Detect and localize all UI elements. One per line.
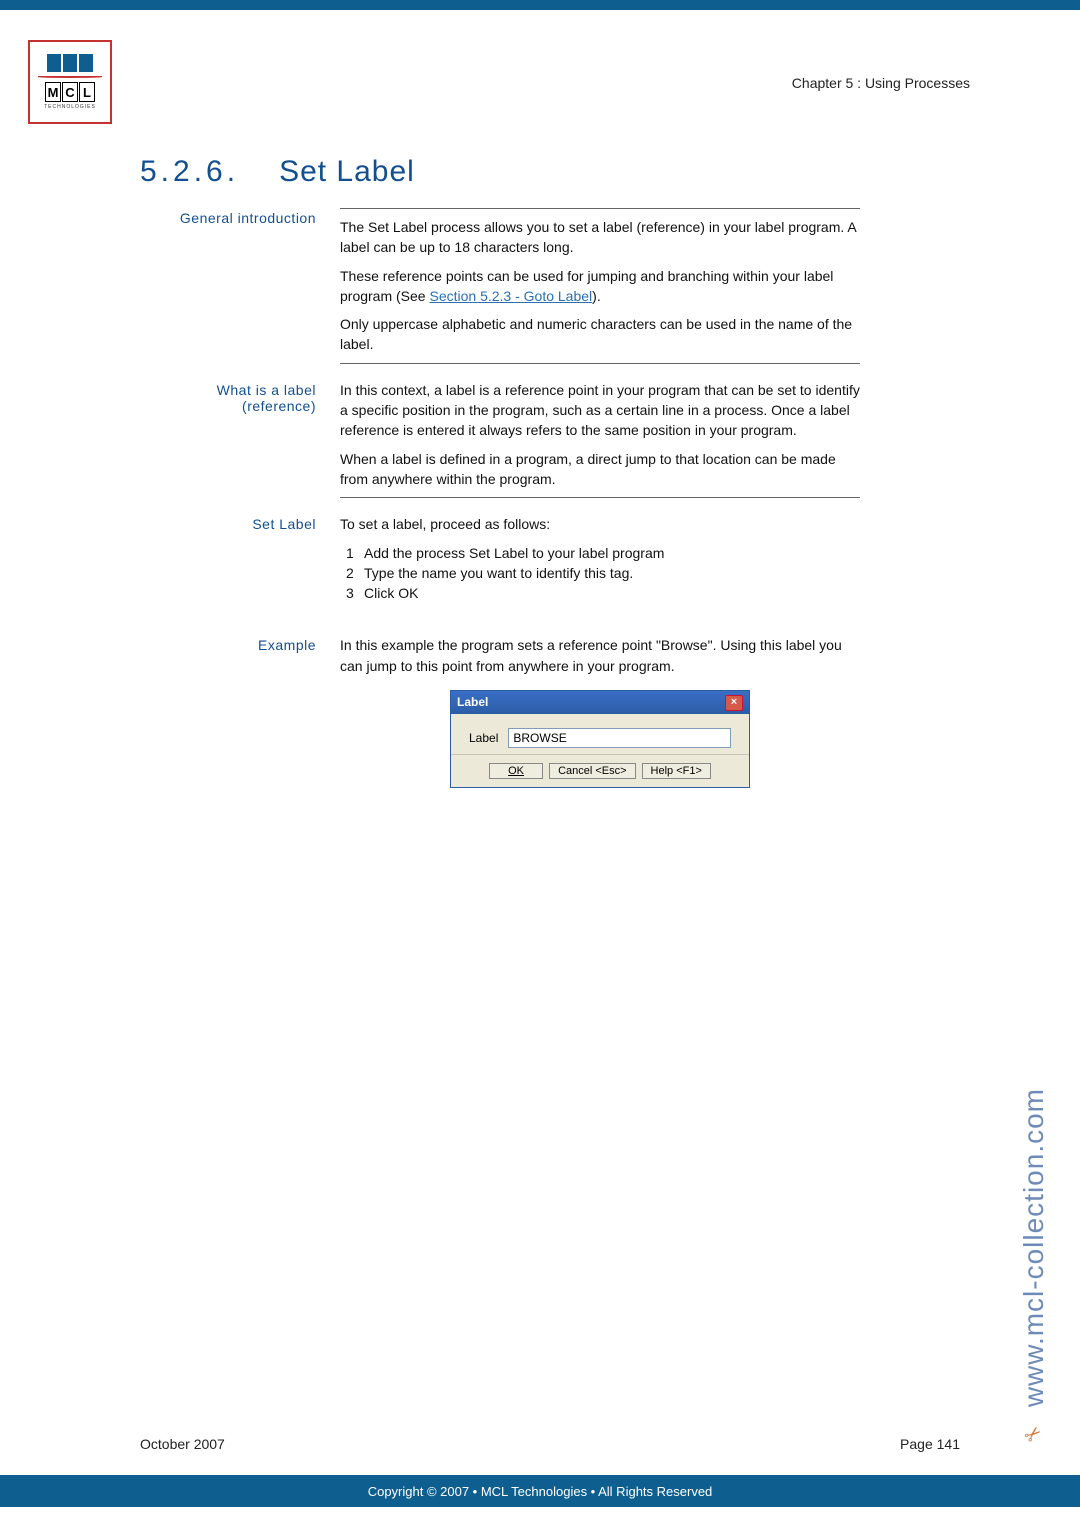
label-general-introduction: General introduction [140, 200, 340, 372]
step-text: Add the process Set Label to your label … [364, 543, 860, 563]
divider [340, 208, 860, 209]
dialog-titlebar: Label × [451, 691, 749, 714]
step-text: Type the name you want to identify this … [364, 563, 860, 583]
whatis-p2: When a label is defined in a program, a … [340, 449, 860, 490]
top-band [0, 0, 1080, 10]
footer-line: October 2007 Page 141 [140, 1436, 960, 1452]
logo-letter: C [62, 82, 78, 102]
section-heading: 5.2.6. Set Label [140, 155, 415, 189]
content-area: General introduction The Set Label proce… [140, 200, 860, 788]
help-button[interactable]: Help <F1> [642, 763, 711, 779]
example-p1: In this example the program sets a refer… [340, 635, 860, 676]
general-p1: The Set Label process allows you to set … [340, 217, 860, 258]
setlabel-intro: To set a label, proceed as follows: [340, 514, 860, 534]
label-input[interactable] [508, 728, 731, 748]
whatis-label2: (reference) [140, 398, 316, 414]
copyright-bar: Copyright © 2007 • MCL Technologies • Al… [0, 1475, 1080, 1507]
footer-page: Page 141 [900, 1436, 960, 1452]
dialog-field-label: Label [469, 730, 498, 747]
general-p2: These reference points can be used for j… [340, 266, 860, 307]
general-p2b: ). [592, 288, 601, 304]
whatis-label1: What is a label [140, 382, 316, 398]
label-dialog: Label × Label OK Cancel <Esc> Help <F1> [450, 690, 750, 788]
label-what-is-a-label: What is a label (reference) [140, 372, 340, 506]
step-num: 3 [340, 583, 364, 603]
label-example: Example [140, 627, 340, 788]
ok-button[interactable]: OK [489, 763, 543, 779]
cancel-button[interactable]: Cancel <Esc> [549, 763, 635, 779]
step-text: Click OK [364, 583, 860, 603]
logo-subtext: TECHNOLOGIES [38, 104, 102, 110]
logo: M C L TECHNOLOGIES [28, 40, 112, 124]
side-url: www.mcl-collection.com [1018, 1088, 1050, 1407]
general-p3: Only uppercase alphabetic and numeric ch… [340, 314, 860, 355]
goto-label-link[interactable]: Section 5.2.3 - Goto Label [429, 288, 592, 304]
logo-letter: M [45, 82, 61, 102]
dialog-title-text: Label [457, 694, 488, 711]
step-num: 1 [340, 543, 364, 563]
divider [340, 363, 860, 364]
footer-date: October 2007 [140, 1436, 225, 1452]
setlabel-steps: 1Add the process Set Label to your label… [340, 543, 860, 604]
heading-title: Set Label [279, 155, 415, 189]
divider [340, 497, 860, 498]
logo-letter: L [79, 82, 95, 102]
whatis-p1: In this context, a label is a reference … [340, 380, 860, 441]
step-num: 2 [340, 563, 364, 583]
chapter-header: Chapter 5 : Using Processes [792, 75, 970, 91]
scissor-icon: ✂ [1019, 1420, 1048, 1450]
heading-number: 5.2.6. [140, 155, 239, 189]
close-icon[interactable]: × [725, 695, 743, 711]
label-set-label: Set Label [140, 506, 340, 607]
page: M C L TECHNOLOGIES Chapter 5 : Using Pro… [0, 10, 1080, 1527]
